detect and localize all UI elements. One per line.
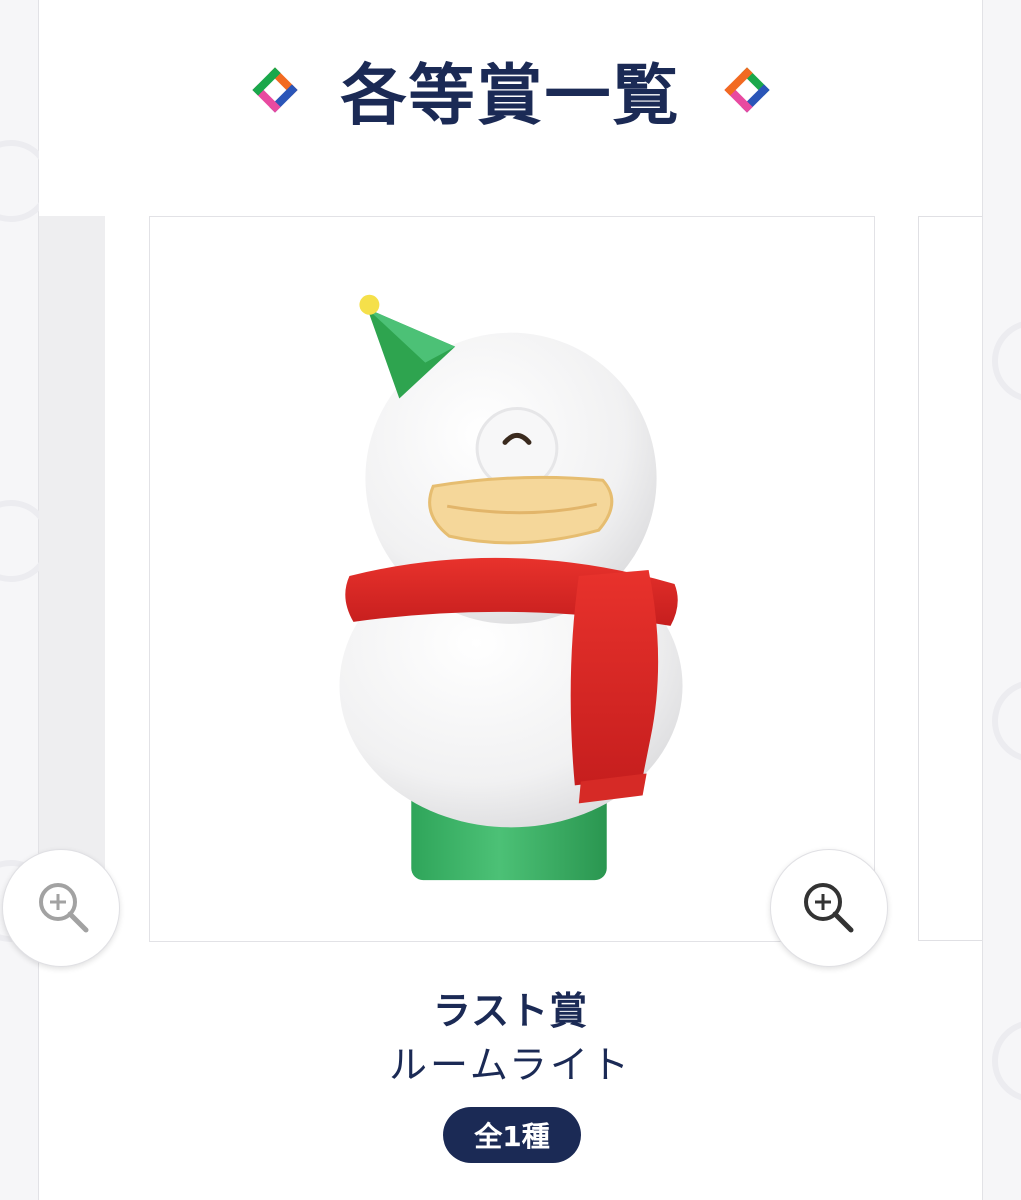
prize-card[interactable] — [149, 216, 875, 942]
side-background-right — [982, 0, 1021, 1200]
next-prize-card[interactable] — [918, 216, 982, 941]
zoom-button[interactable] — [770, 849, 888, 967]
prize-name: ルームライト — [389, 1043, 632, 1087]
variant-count-badge: 全1種 — [443, 1107, 581, 1163]
zoom-in-icon — [39, 883, 89, 933]
prize-image — [339, 294, 683, 881]
diamond-logo-icon — [723, 67, 770, 113]
zoom-button-previous[interactable] — [2, 849, 120, 967]
page-title: 各等賞一覧 — [340, 57, 681, 134]
diamond-logo-icon — [251, 67, 298, 113]
previous-prize-card[interactable] — [39, 216, 105, 941]
page: 各等賞一覧 ラスト賞 ルームライト 全1種 — [0, 0, 1021, 1200]
section-heading: 各等賞一覧 — [39, 40, 982, 140]
zoom-in-icon — [804, 883, 854, 933]
prize-rank: ラスト賞 — [432, 989, 589, 1033]
